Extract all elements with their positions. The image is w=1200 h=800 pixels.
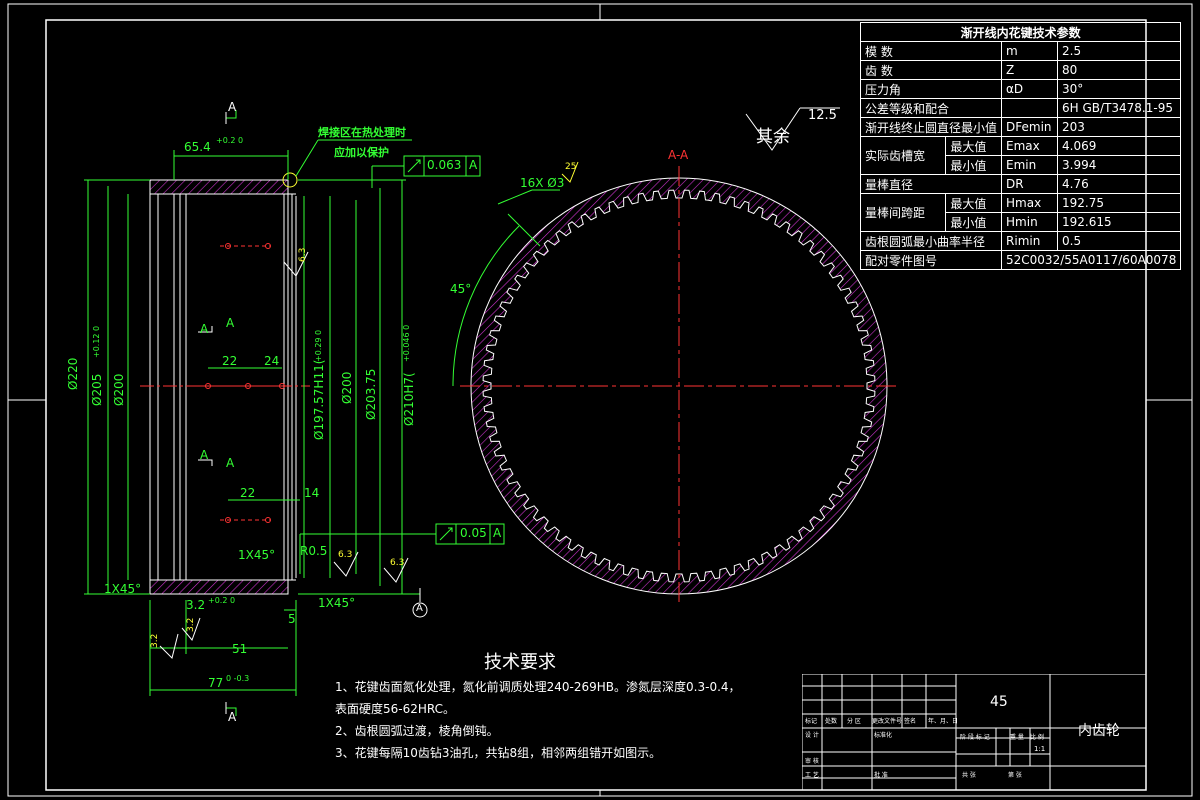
dim-d210: Ø210H7(	[402, 372, 416, 426]
tol-datum-2: A	[493, 526, 502, 540]
dim-top-width-tol: +0.2 0	[216, 136, 244, 145]
dim-w24: 24	[264, 354, 280, 368]
table-row: 齿根圆弧最小曲率半径 Rimin 0.5	[859, 231, 1182, 251]
table-row: 压力角 αD 30°	[859, 79, 1182, 99]
datum-label: A	[416, 603, 423, 614]
tb-cell: 处数	[825, 718, 838, 725]
requirement-item: 1、花键齿面氮化处理，氮化前调质处理240-269HB。渗氮层深度0.3-0.4…	[335, 680, 741, 694]
dim-chamfer-right: 1X45°	[318, 596, 356, 610]
section-mark-mid1: A	[200, 322, 209, 336]
remainder-roughness: 12.5	[808, 108, 837, 123]
dim-d205-tol: +0.12 0	[92, 325, 101, 358]
dim-top-width: 65.4	[184, 140, 211, 154]
table-row: 量棒间跨距 最大值 Hmax 192.75	[859, 193, 1182, 232]
part-name: 内齿轮	[1078, 723, 1120, 739]
section-label: A-A	[668, 148, 689, 162]
tb-cell: 共 张	[962, 772, 976, 779]
section-mark-mid2: A	[226, 316, 235, 330]
table-row: 齿 数 Z 80	[859, 60, 1182, 80]
dim-r05: R0.5	[300, 544, 328, 558]
dim-d197: Ø197.57H11(	[312, 359, 326, 440]
dim-d203: Ø203.75	[364, 368, 378, 420]
dim-bottom77-tol: 0 -0.3	[226, 674, 250, 683]
table-row: 量棒直径 DR 4.76	[859, 174, 1182, 194]
table-row: 模 数 m 2.5	[859, 41, 1182, 61]
tb-cell: 更改文件号	[872, 718, 903, 725]
tb-cell: 阶 段 标 记	[960, 734, 990, 741]
table-title: 渐开线内花键技术参数	[859, 22, 1182, 42]
dim-bottom51: 51	[232, 642, 248, 656]
table-row: 配对零件图号 52C0032/55A0117/60A0078	[859, 250, 1182, 270]
tb-cell: 签名	[904, 718, 917, 725]
weld-note-1: 焊接区在热处理时	[318, 126, 406, 139]
section-mark-mid4: A	[226, 456, 235, 470]
roughness-1: 6.3	[298, 247, 308, 262]
tech-requirements: 1、花键齿面氮化处理，氮化前调质处理240-269HB。渗氮层深度0.3-0.4…	[335, 676, 741, 764]
material: 45	[990, 694, 1008, 710]
table-row: 公差等级和配合 6H GB/T3478.1-95	[859, 98, 1182, 118]
roughness-2: 6.3	[338, 550, 353, 560]
tb-cell: 批 准	[874, 772, 888, 779]
dim-d220: Ø220	[66, 357, 80, 390]
dim-w22b: 22	[240, 486, 256, 500]
section-mark-mid3: A	[200, 448, 209, 462]
tb-cell: 工 艺	[805, 772, 819, 779]
tb-cell: 标准化	[874, 732, 893, 739]
tol-value-2: 0.05	[460, 526, 487, 540]
dim-chamfer-left: 1X45°	[104, 582, 142, 596]
depth-label: 25	[565, 162, 577, 172]
dim-bottom5: 5	[288, 612, 296, 626]
roughness-5: 3.2	[186, 617, 196, 632]
remainder-label: 其余	[756, 127, 790, 147]
dim-d200b: Ø200	[340, 371, 354, 404]
table-row: 渐开线终止圆直径最小值 DFemin 203	[859, 117, 1182, 137]
tol-datum-1: A	[469, 158, 478, 172]
tech-requirements-title: 技术要求	[484, 652, 556, 673]
angle-label: 45°	[450, 282, 472, 296]
table-row: 实际齿槽宽 最大值 Emax 4.069	[859, 136, 1182, 175]
section-mark-top: A	[228, 100, 237, 114]
dim-bottom32-tol: +0.2 0	[208, 596, 236, 605]
roughness-4: 3.2	[150, 633, 160, 648]
tb-cell: 年、月、日	[928, 718, 959, 725]
dim-bottom77: 77	[208, 676, 224, 690]
requirement-item: 表面硬度56-62HRC。	[335, 702, 456, 716]
holes-label: 16X Ø3	[520, 176, 565, 190]
tb-cell: 审 核	[805, 758, 819, 765]
tb-cell: 第 张	[1008, 772, 1022, 779]
weld-note-2: 应加以保护	[334, 146, 389, 159]
tb-cell: 比 例	[1030, 734, 1044, 741]
requirement-item: 3、花键每隔10齿钻3油孔，共钻8组，相邻两组错开如图示。	[335, 746, 662, 760]
dim-chamfer-mid: 1X45°	[238, 548, 276, 562]
requirement-item: 2、齿根圆弧过渡，棱角倒钝。	[335, 724, 499, 738]
tb-cell: 分 区	[847, 718, 861, 725]
dim-d210-tol: +0.046 0	[402, 324, 411, 362]
spline-parameter-table: 渐开线内花键技术参数 模 数 m 2.5 齿 数 Z 80 压力角 αD 30° 公差等级和…	[859, 22, 1182, 270]
section-view	[452, 161, 900, 606]
tb-cell: 设 计	[805, 732, 819, 739]
section-mark-bottom: A	[228, 710, 237, 724]
dim-d205: Ø205	[90, 373, 104, 406]
dim-w22a: 22	[222, 354, 238, 368]
dim-d197-tol: +0.29 0	[314, 329, 323, 362]
roughness-3: 6.3	[390, 558, 405, 568]
scale: 1:1	[1034, 745, 1046, 753]
tol-value-1: 0.063	[427, 158, 462, 172]
tb-cell: 重 量	[1010, 734, 1024, 741]
dim-w14: 14	[304, 486, 320, 500]
tb-cell: 标记	[805, 718, 818, 725]
dim-d200: Ø200	[112, 373, 126, 406]
dim-bottom32: 3.2	[186, 598, 206, 612]
